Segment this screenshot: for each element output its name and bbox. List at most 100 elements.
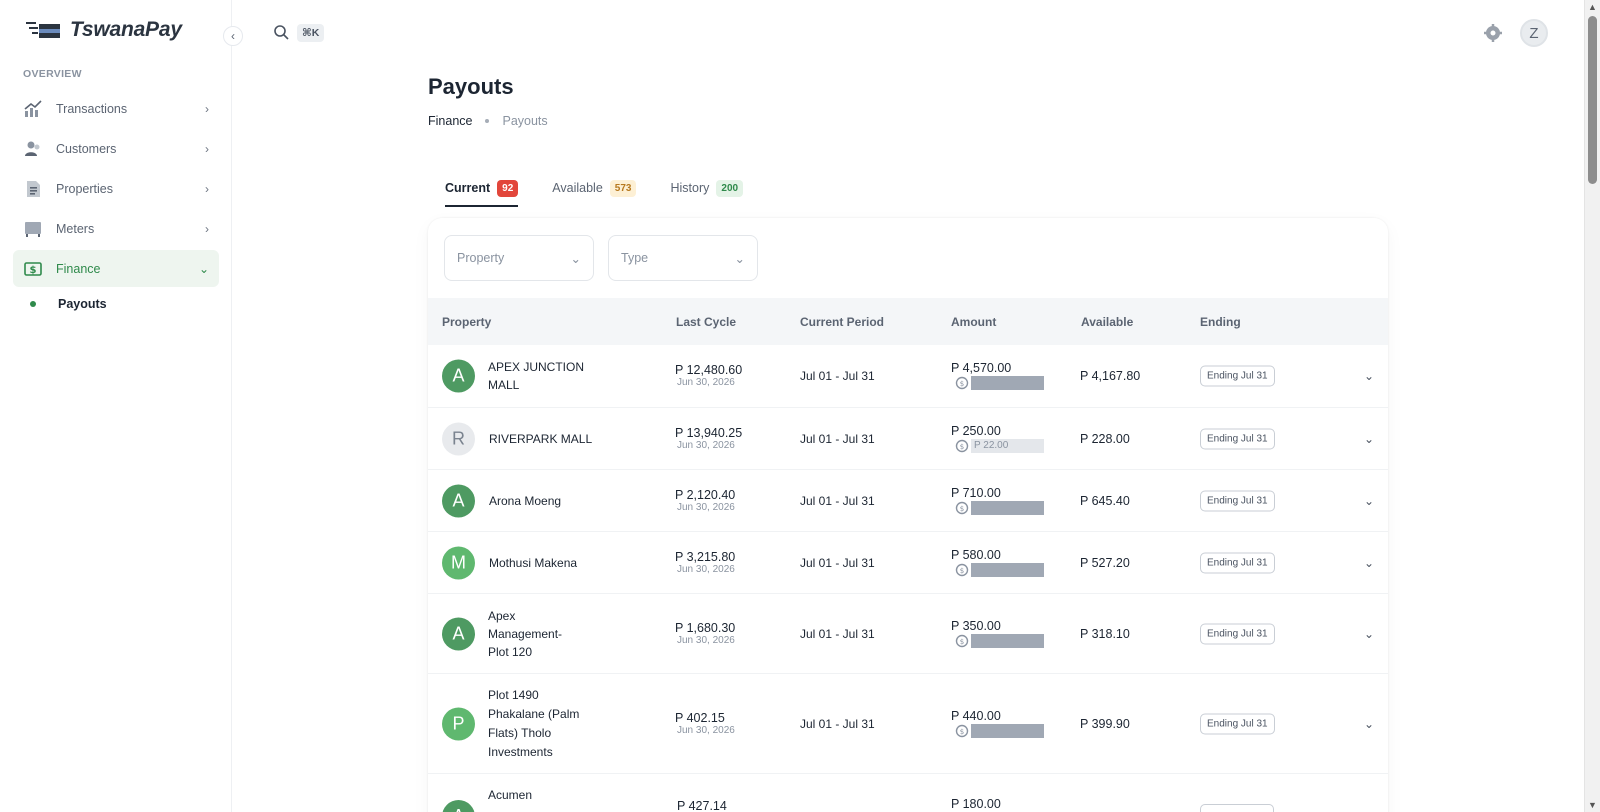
last-cycle: P 13,940.25 Jun 30, 2026 — [675, 426, 742, 451]
sidebar-item-meters[interactable]: Meters › — [13, 210, 219, 247]
last-cycle-date: Jun 30, 2026 — [677, 377, 735, 388]
table-row[interactable]: A APEX JUNCTION MALL P 12,480.60 Jun 30,… — [428, 345, 1388, 408]
scroll-down-arrow-icon[interactable]: ▼ — [1588, 800, 1597, 810]
chevron-right-icon: › — [205, 141, 209, 156]
available-amount: P 645.40 — [1080, 493, 1130, 508]
ending-badge: Ending Jul 31 — [1200, 713, 1275, 734]
tab-available[interactable]: Available 573 — [552, 170, 637, 206]
amount-bar-line: $ — [951, 633, 1046, 648]
amount-bar-line: $ P 22.00 — [951, 438, 1046, 453]
amount-value: P 440.00 — [951, 708, 1001, 723]
scrollbar-thumb[interactable] — [1588, 16, 1597, 184]
scroll-up-arrow-icon[interactable]: ▲ — [1588, 2, 1597, 12]
sidebar-item-properties[interactable]: Properties › — [13, 170, 219, 207]
amount: P 580.00 $ — [951, 548, 1046, 577]
coin-icon: $ — [955, 376, 969, 390]
sidebar-item-label: Properties — [56, 181, 113, 196]
page-title: Payouts — [428, 74, 514, 99]
chevron-right-icon: › — [205, 101, 209, 116]
expand-row-chevron-icon[interactable]: ⌄ — [1364, 494, 1374, 508]
select-placeholder: Type — [621, 251, 649, 265]
table-row[interactable]: M Mothusi Makena P 3,215.80 Jun 30, 2026… — [428, 532, 1388, 594]
avatar: M — [442, 546, 475, 579]
svg-text:$: $ — [960, 728, 964, 736]
expand-row-chevron-icon[interactable]: ⌄ — [1364, 556, 1374, 570]
tab-current[interactable]: Current 92 — [445, 170, 519, 207]
amount-progress-bar — [971, 562, 1044, 577]
table-row[interactable]: A Acumen P 427.14 P 180.00 — [428, 774, 1388, 812]
last-cycle: P 12,480.60 Jun 30, 2026 — [675, 364, 742, 389]
last-cycle: P 402.15 Jun 30, 2026 — [675, 710, 735, 736]
page-scrollbar[interactable]: ▲ ▼ — [1584, 0, 1600, 812]
property-name: Mothusi Makena — [489, 555, 578, 570]
svg-text:$: $ — [960, 567, 964, 575]
tab-label: History — [670, 181, 710, 195]
dollar-icon: $ — [24, 260, 42, 278]
coin-icon: $ — [955, 724, 969, 737]
amount-value: P 350.00 — [951, 618, 1001, 633]
expand-row-chevron-icon[interactable]: ⌄ — [1364, 717, 1374, 731]
chevron-right-icon: › — [205, 221, 209, 236]
ending-badge: Ending Jul 31 — [1200, 552, 1275, 573]
chart-icon — [24, 99, 42, 118]
ending-badge: Ending Jul 31 — [1200, 428, 1275, 449]
last-cycle-date: Jun 30, 2026 — [677, 724, 735, 736]
table-row[interactable]: P Plot 1490 Phakalane (Palm Flats) Tholo… — [428, 674, 1388, 774]
payouts-card: Property ⌄ Type ⌄ Property Last Cycle Cu… — [428, 218, 1388, 812]
coin-icon: $ — [955, 563, 969, 576]
expand-row-chevron-icon[interactable]: ⌄ — [1364, 369, 1374, 383]
sidebar-item-label: Customers — [56, 141, 117, 156]
sidebar-item-label: Meters — [56, 221, 95, 236]
expand-row-chevron-icon[interactable]: ⌄ — [1364, 627, 1374, 641]
property-name: Acumen — [488, 788, 533, 802]
last-cycle-amount: P 1,680.30 — [675, 620, 736, 635]
amount: P 350.00 $ — [951, 618, 1046, 648]
last-cycle-date: Jun 30, 2026 — [677, 501, 735, 513]
user-avatar[interactable]: Z — [1520, 19, 1548, 47]
last-cycle: P 3,215.80 Jun 30, 2026 — [675, 550, 735, 575]
search-shortcut-hint[interactable]: ⌘K — [297, 24, 325, 42]
avatar: A — [442, 617, 475, 650]
type-filter-select[interactable]: Type ⌄ — [608, 235, 758, 281]
column-header-amount[interactable]: Amount — [951, 315, 996, 329]
sidebar-item-customers[interactable]: Customers › — [13, 130, 219, 167]
property-filter-select[interactable]: Property ⌄ — [444, 235, 594, 281]
column-header-available[interactable]: Available — [1081, 315, 1133, 329]
settings-icon[interactable] — [1484, 24, 1502, 42]
svg-text:$: $ — [960, 380, 964, 388]
tab-history[interactable]: History 200 — [670, 170, 744, 206]
sidebar-subitem-payouts[interactable]: Payouts — [13, 290, 219, 318]
current-period: Jul 01 - Jul 31 — [800, 431, 875, 446]
users-icon — [24, 140, 42, 158]
search-icon[interactable] — [273, 24, 289, 40]
amount-bar-line: $ — [951, 562, 1046, 577]
sidebar-item-finance[interactable]: $ Finance ⌄ — [13, 250, 219, 287]
available-amount: P 527.20 — [1080, 555, 1130, 570]
column-header-last-cycle[interactable]: Last Cycle — [676, 315, 736, 329]
property-name: APEX JUNCTION MALL — [488, 360, 585, 392]
expand-row-chevron-icon[interactable]: ⌄ — [1364, 432, 1374, 446]
column-header-property[interactable]: Property — [442, 315, 491, 329]
breadcrumb-finance[interactable]: Finance — [428, 114, 472, 128]
last-cycle-amount: P 402.15 — [675, 710, 725, 725]
last-cycle-date: Jun 30, 2026 — [677, 634, 735, 646]
collapse-sidebar-button[interactable]: ‹ — [223, 26, 243, 46]
coin-icon: $ — [955, 634, 969, 647]
column-header-ending[interactable]: Ending — [1200, 315, 1241, 329]
column-header-current-period[interactable]: Current Period — [800, 315, 884, 329]
amount-value: P 180.00 — [951, 797, 1001, 811]
last-cycle: P 2,120.40 Jun 30, 2026 — [675, 488, 735, 513]
amount-progress-bar — [971, 376, 1044, 390]
section-label-overview: OVERVIEW — [23, 68, 82, 80]
table-row[interactable]: A Apex Management- Plot 120 P 1,680.30 J… — [428, 594, 1388, 674]
ending-badge — [1200, 804, 1274, 812]
last-cycle-date: Jun 30, 2026 — [677, 439, 735, 451]
table-row[interactable]: A Arona Moeng P 2,120.40 Jun 30, 2026 Ju… — [428, 470, 1388, 532]
logo-icon — [26, 22, 60, 38]
table-row[interactable]: R RIVERPARK MALL P 13,940.25 Jun 30, 202… — [428, 408, 1388, 470]
amount-bar-line: $ — [951, 723, 1046, 738]
sidebar-item-transactions[interactable]: Transactions › — [13, 90, 219, 127]
sidebar: TswanaPay OVERVIEW Transactions › Custom… — [0, 0, 232, 812]
active-dot — [30, 301, 36, 307]
app-logo[interactable]: TswanaPay — [26, 18, 182, 42]
